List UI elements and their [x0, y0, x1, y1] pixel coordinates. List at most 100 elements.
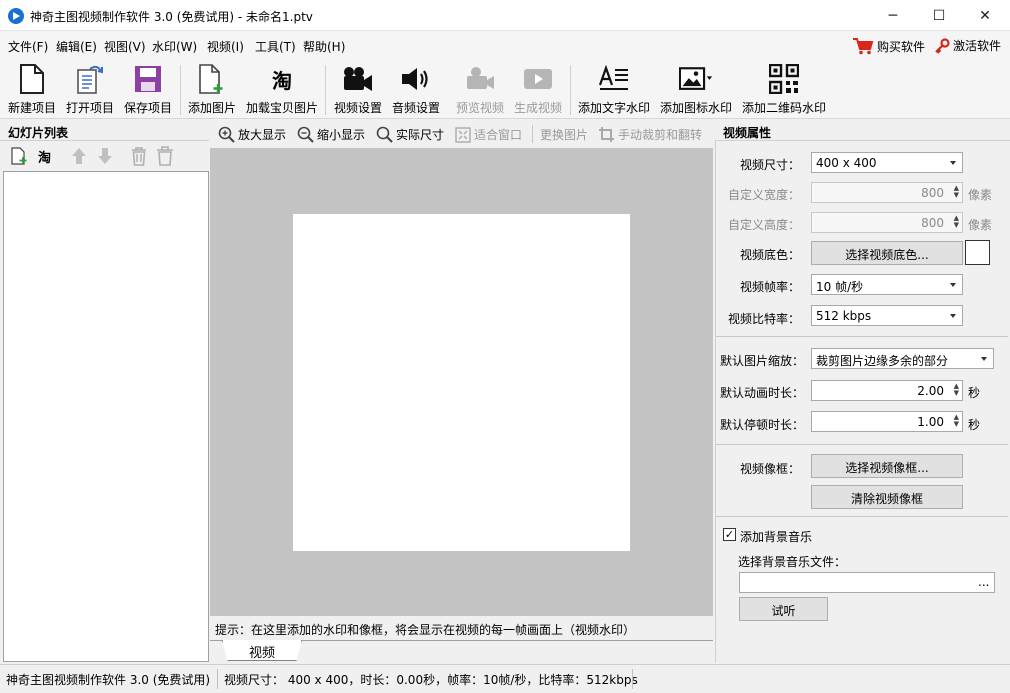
cart-icon: [853, 38, 874, 55]
bitrate-label: 视频比特率：: [727, 312, 800, 326]
buy-link[interactable]: 购买软件: [852, 37, 925, 55]
pause-duration-label: 默认停顿时长：: [720, 418, 805, 432]
menu-video[interactable]: 视频(I): [207, 38, 244, 55]
qr-code-icon: [769, 64, 799, 94]
text-watermark-icon: [598, 65, 628, 90]
preview-video-button[interactable]: 预览视频: [452, 63, 508, 117]
video-properties-header: 视频属性: [715, 120, 1010, 141]
toolbar-separator: [570, 65, 571, 115]
crop-icon: [599, 127, 614, 142]
custom-height-unit: 像素: [968, 218, 993, 232]
properties-divider: [716, 336, 1008, 337]
properties-divider: [716, 444, 1008, 445]
toolbar-separator: [325, 65, 326, 115]
status-separator: [632, 669, 633, 689]
title-bar: 神奇主图视频制作软件 3.0 (免费试用) - 未命名1.ptv ─ ☐ ✕: [0, 0, 1010, 31]
main-toolbar: 新建项目 打开项目 保存项目 添加图片 淘 加载宝贝图片 视频设置 音频设置 预…: [0, 59, 1010, 119]
new-file-icon: [20, 64, 44, 94]
select-frame-button[interactable]: 选择视频像框...: [811, 454, 963, 478]
custom-height-input[interactable]: 800 ▲ ▼: [811, 212, 963, 233]
open-project-button[interactable]: 打开项目: [62, 63, 118, 117]
video-size-select[interactable]: 400 x 400: [811, 152, 963, 173]
fps-select[interactable]: 10 帧/秒: [811, 274, 963, 295]
new-project-button[interactable]: 新建项目: [4, 63, 60, 117]
fit-window-icon: [455, 126, 471, 143]
anim-duration-input[interactable]: 2.00 ▲ ▼: [811, 380, 963, 401]
audio-settings-button[interactable]: 音频设置: [388, 63, 444, 117]
zoom-in-icon: [218, 126, 235, 143]
add-text-watermark-button[interactable]: 添加文字水印: [574, 63, 654, 117]
custom-width-label: 自定义宽度：: [727, 188, 800, 202]
window-title: 神奇主图视频制作软件 3.0 (免费试用) - 未命名1.ptv: [30, 10, 313, 24]
pause-duration-unit: 秒: [968, 418, 981, 432]
canvas-toolbar-separator: [532, 125, 533, 143]
menu-help[interactable]: 帮助(H): [303, 38, 345, 55]
spin-arrows-icon[interactable]: ▲ ▼: [954, 215, 959, 229]
save-project-button[interactable]: 保存项目: [120, 63, 176, 117]
zoom-in-button[interactable]: 放大显示: [218, 126, 286, 143]
zoom-out-button[interactable]: 缩小显示: [297, 126, 365, 143]
generate-video-button[interactable]: 生成视频: [510, 63, 566, 117]
video-settings-button[interactable]: 视频设置: [330, 63, 386, 117]
browse-button[interactable]: ...: [978, 575, 989, 589]
app-icon: [8, 8, 24, 24]
anim-duration-label: 默认动画时长：: [720, 386, 805, 400]
clear-frame-button[interactable]: 清除视频像框: [811, 485, 963, 509]
replace-image-button[interactable]: 更换图片: [540, 126, 588, 143]
custom-width-unit: 像素: [968, 188, 993, 202]
actual-size-button[interactable]: 实际尺寸: [376, 126, 444, 143]
bg-music-file-input[interactable]: [739, 572, 995, 593]
play-film-icon: [524, 69, 552, 89]
menu-tools[interactable]: 工具(T): [255, 38, 296, 55]
anim-duration-unit: 秒: [968, 386, 981, 400]
add-image-button[interactable]: 添加图片: [184, 63, 240, 117]
speaker-icon: [402, 68, 428, 90]
add-qr-watermark-button[interactable]: 添加二维码水印: [738, 63, 830, 117]
manual-crop-button[interactable]: 手动裁剪和翻转: [598, 126, 702, 143]
listen-button[interactable]: 试听: [739, 597, 828, 621]
spin-arrows-icon[interactable]: ▲ ▼: [954, 414, 959, 428]
open-file-icon: [77, 65, 103, 94]
properties-divider: [716, 516, 1008, 517]
move-up-icon[interactable]: [70, 147, 88, 165]
activate-link[interactable]: 激活软件: [934, 37, 1001, 54]
menu-edit[interactable]: 编辑(E): [56, 38, 97, 55]
bg-music-checkbox[interactable]: ✓: [723, 528, 736, 541]
select-bg-color-button[interactable]: 选择视频底色...: [811, 241, 963, 265]
status-app-name: 神奇主图视频制作软件 3.0 (免费试用): [6, 673, 211, 687]
image-scale-label: 默认图片缩放：: [720, 354, 805, 368]
fit-window-button[interactable]: 适合窗口: [455, 126, 522, 143]
buy-label: 购买软件: [877, 39, 926, 54]
slide-list-toolbar: 淘: [0, 141, 209, 171]
image-watermark-icon: [679, 67, 713, 90]
canvas-toolbar: 放大显示 缩小显示 实际尺寸 适合窗口 更换图片 手动裁剪和翻转: [210, 120, 713, 148]
tab-video[interactable]: 视频: [222, 640, 302, 661]
slide-list[interactable]: [3, 171, 209, 662]
spin-arrows-icon[interactable]: ▲ ▼: [954, 383, 959, 397]
spin-arrows-icon[interactable]: ▲ ▼: [954, 185, 959, 199]
minimize-button[interactable]: ─: [870, 0, 916, 31]
maximize-button[interactable]: ☐: [916, 0, 962, 31]
pause-duration-input[interactable]: 1.00 ▲ ▼: [811, 411, 963, 432]
menu-view[interactable]: 视图(V): [104, 38, 146, 55]
status-bar: 神奇主图视频制作软件 3.0 (免费试用) 视频尺寸： 400 x 400，时长…: [0, 664, 1010, 693]
custom-width-input[interactable]: 800 ▲ ▼: [811, 182, 963, 203]
load-taobao-button[interactable]: 淘 加载宝贝图片: [244, 63, 320, 117]
add-icon-watermark-button[interactable]: 添加图标水印: [656, 63, 736, 117]
watermark-hint: 提示：在这里添加的水印和像框，将会显示在视频的每一帧画面上（视频水印）: [210, 616, 713, 640]
menu-watermark[interactable]: 水印(W): [152, 38, 197, 55]
image-scale-select[interactable]: 裁剪图片边缘多余的部分: [811, 348, 994, 369]
bitrate-select[interactable]: 512 kbps: [811, 305, 963, 326]
fps-label: 视频帧率：: [739, 280, 800, 294]
delete-icon[interactable]: [130, 146, 148, 166]
key-icon: [935, 37, 950, 54]
video-canvas[interactable]: [293, 214, 630, 551]
delete-all-icon[interactable]: [156, 146, 174, 166]
add-slide-icon[interactable]: [10, 147, 28, 165]
close-button[interactable]: ✕: [962, 0, 1008, 31]
taobao-slide-icon[interactable]: 淘: [38, 147, 51, 166]
menu-file[interactable]: 文件(F): [8, 38, 48, 55]
bg-color-swatch[interactable]: [965, 240, 990, 265]
custom-height-label: 自定义高度：: [727, 218, 800, 232]
move-down-icon[interactable]: [96, 147, 114, 165]
